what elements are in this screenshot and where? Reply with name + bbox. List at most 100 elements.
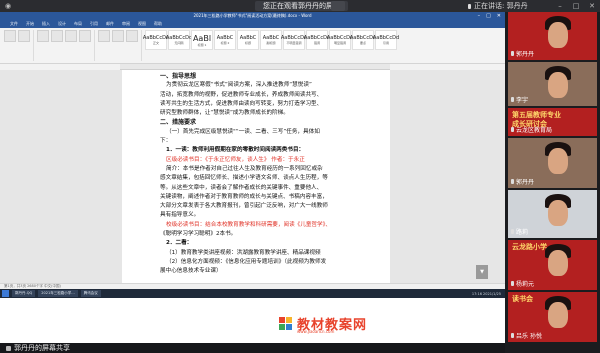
style-3[interactable]: AaBbC 标题 2 bbox=[214, 30, 236, 50]
screen-share-status: 郭丹丹的屏幕共享 bbox=[0, 343, 505, 353]
participant-tile[interactable]: 读书会 吕乐 孙悦 bbox=[508, 292, 597, 342]
style-5[interactable]: AaBbC 副标题 bbox=[260, 30, 282, 50]
document-line: 展中心信息技术专业课） bbox=[160, 268, 222, 275]
mic-icon bbox=[511, 281, 514, 286]
mic-icon bbox=[511, 127, 514, 132]
participant-face bbox=[548, 250, 568, 276]
style-name: 要点 bbox=[359, 41, 366, 45]
tab-design[interactable]: 设计 bbox=[58, 21, 66, 27]
style-name: 标题 2 bbox=[220, 41, 230, 45]
banner-text: 读书会 bbox=[512, 295, 533, 303]
word-maximize-icon[interactable]: □ bbox=[486, 13, 491, 19]
participant-tile[interactable]: 路莉 bbox=[508, 190, 597, 238]
speaking-label: 正在讲话: 郭丹丹 bbox=[474, 2, 528, 10]
underline-button[interactable] bbox=[65, 30, 77, 42]
style-2[interactable]: AaBl 标题 1 bbox=[191, 30, 213, 50]
meeting-top-bar: ◉ 您正在观看郭丹丹的屏幕 正在讲话: 郭丹丹 – □ ✕ bbox=[0, 0, 600, 12]
style-9[interactable]: AaBbCcDd 要点 bbox=[350, 30, 376, 50]
participant-face bbox=[548, 22, 568, 48]
cut-button[interactable] bbox=[18, 30, 30, 42]
mic-icon bbox=[511, 97, 514, 102]
bold-button[interactable] bbox=[37, 30, 49, 42]
participant-tile[interactable]: 第五届教师专业 成长研讨会 云龙区教育局 bbox=[508, 108, 597, 136]
style-0[interactable]: AaBbCcDd 正文 bbox=[143, 30, 169, 50]
style-8[interactable]: AaBbCcDd 明显强调 bbox=[327, 30, 353, 50]
tab-file[interactable]: 文件 bbox=[10, 21, 18, 27]
mic-icon bbox=[511, 333, 514, 338]
numbering-button[interactable] bbox=[112, 30, 124, 42]
taskbar-item-qq[interactable]: 郭丹丹-QQ bbox=[12, 290, 36, 297]
style-name: 正文 bbox=[152, 41, 159, 45]
tab-home[interactable]: 开始 bbox=[26, 21, 34, 27]
document-line: （2）信息化方面视频：《信息化应用专题培训》（此视频为教师发 bbox=[166, 258, 327, 265]
ribbon: AaBbCcDd 正文 AaBbCcDd 无间隔 AaBl 标题 1 AaBbC 标题 2 Aa… bbox=[0, 28, 505, 64]
participant-banner: 云龙路小学 bbox=[512, 243, 547, 252]
tab-review[interactable]: 审阅 bbox=[122, 21, 130, 27]
view-options-button[interactable] bbox=[331, 1, 345, 11]
tab-insert[interactable]: 插入 bbox=[42, 21, 50, 27]
meeting-window: ◉ 您正在观看郭丹丹的屏幕 正在讲话: 郭丹丹 – □ ✕ 2021年三松路小学… bbox=[0, 0, 600, 353]
ribbon-tabs: 文件 开始 插入 设计 布局 引用 邮件 审阅 视图 帮助 bbox=[0, 20, 505, 28]
paste-button[interactable] bbox=[4, 30, 16, 42]
close-icon[interactable]: ✕ bbox=[588, 2, 596, 10]
participant-name: 李宇 bbox=[516, 97, 529, 104]
style-6[interactable]: AaBbCcDd 不明显强调 bbox=[281, 30, 307, 50]
participant-name-tag: 杨莉元 bbox=[511, 279, 534, 288]
clipboard-group bbox=[4, 30, 34, 61]
align-button[interactable] bbox=[126, 30, 138, 42]
participant-name-tag: 郭丹丹 bbox=[511, 177, 534, 186]
banner-text: 第五届教师专业 bbox=[512, 111, 561, 119]
participant-tile[interactable]: 李宇 bbox=[508, 62, 597, 106]
participant-tile[interactable]: 郭丹丹 bbox=[508, 12, 597, 60]
taskbar-item-meeting[interactable]: 腾讯会议 bbox=[80, 290, 101, 297]
tab-view[interactable]: 视图 bbox=[138, 21, 146, 27]
taskbar-item-word[interactable]: 2021年三松路小学… bbox=[38, 290, 78, 297]
word-minimize-icon[interactable]: – bbox=[478, 13, 481, 19]
word-close-icon[interactable]: ✕ bbox=[497, 13, 501, 19]
participant-name-tag: 云龙区教育局 bbox=[511, 125, 552, 134]
style-7[interactable]: AaBbCcDd 强调 bbox=[304, 30, 330, 50]
participant-tile[interactable]: 云龙路小学杨莉元 bbox=[508, 240, 597, 290]
font-color-button[interactable] bbox=[79, 30, 91, 42]
style-10[interactable]: AaBbCcDd 引用 bbox=[373, 30, 399, 50]
lower-blank-area: 教材教案网 www.jiaoancn.com bbox=[0, 298, 505, 343]
watermark-logo: 教材教案网 www.jiaoancn.com bbox=[279, 314, 367, 334]
screen-share-icon bbox=[6, 345, 11, 351]
styles-gallery: AaBbCcDd 正文 AaBbCcDd 无间隔 AaBl 标题 1 AaBbC 标题 2 Aa… bbox=[143, 30, 399, 61]
document-line: 《聪明学习学习聪明》2本书。 bbox=[160, 231, 237, 238]
style-name: 标题 bbox=[244, 41, 251, 45]
participant-name: 云龙区教育局 bbox=[516, 127, 553, 134]
minimize-icon[interactable]: – bbox=[556, 2, 564, 10]
scroll-down-icon[interactable]: ▼ bbox=[476, 265, 488, 279]
maximize-icon[interactable]: □ bbox=[572, 2, 580, 10]
document-line: 感文章结集，包括回忆师长、描述小学语文名师、谈点人生历程，等 bbox=[160, 175, 328, 182]
participant-name: 郭丹丹 bbox=[516, 51, 535, 58]
style-name: 明显强调 bbox=[333, 41, 346, 45]
document-line: 等。从这些文章中，读者会了解作者成长的关键事件、重要他人、 bbox=[160, 184, 323, 191]
tab-help[interactable]: 帮助 bbox=[154, 21, 162, 27]
participant-name: 杨莉元 bbox=[516, 281, 535, 288]
mic-icon bbox=[511, 229, 514, 234]
banner-text: 云龙路小学 bbox=[512, 243, 547, 251]
participant-name-tag: 路莉 bbox=[511, 227, 528, 236]
style-4[interactable]: AaBbC 标题 bbox=[237, 30, 259, 50]
participant-name-tag: 李宇 bbox=[511, 95, 528, 104]
italic-button[interactable] bbox=[51, 30, 63, 42]
tab-mailings[interactable]: 邮件 bbox=[106, 21, 114, 27]
tab-references[interactable]: 引用 bbox=[90, 21, 98, 27]
participant-tile[interactable]: 郭丹丹 bbox=[508, 138, 597, 188]
bullets-button[interactable] bbox=[98, 30, 110, 42]
style-name: 无间隔 bbox=[174, 41, 184, 45]
document-canvas[interactable]: 一、指导思想 为贯彻云龙区寒假“书式”阅读方案，深入推进教师“慧悦读” 活动，拓宽教… bbox=[0, 70, 505, 339]
participants-rail: 郭丹丹 李宇 第五届教师专业 成长研讨会 云龙区教育局 郭丹丹 路莉 云龙路小学 杨莉元 读书会吕… bbox=[505, 12, 600, 353]
mic-icon bbox=[511, 51, 514, 56]
document-line: （1）教育教学类讲座视频：洪湖露教育教学讲座、精品课视频 bbox=[166, 249, 321, 256]
participant-name-tag: 吕乐 孙悦 bbox=[511, 331, 542, 340]
word-title-bar: 2021年三松路小学教师"书式"阅读活动方案(最终稿).docx - Word … bbox=[0, 12, 505, 20]
tab-layout[interactable]: 布局 bbox=[74, 21, 82, 27]
document-page[interactable]: 一、指导思想 为贯彻云龙区寒假“书式”阅读方案，深入推进教师“慧悦读” 活动，拓宽教… bbox=[122, 70, 390, 283]
windows-start-icon[interactable] bbox=[2, 290, 9, 297]
document-line: 读写共生的生活方式，促进教师由读向写转变，努力打造学习型、 bbox=[160, 100, 323, 107]
document-line: 研究型教师群体，让“慧悦读”成为教师成长的阶梯。 bbox=[160, 110, 289, 117]
style-1[interactable]: AaBbCcDd 无间隔 bbox=[166, 30, 192, 50]
